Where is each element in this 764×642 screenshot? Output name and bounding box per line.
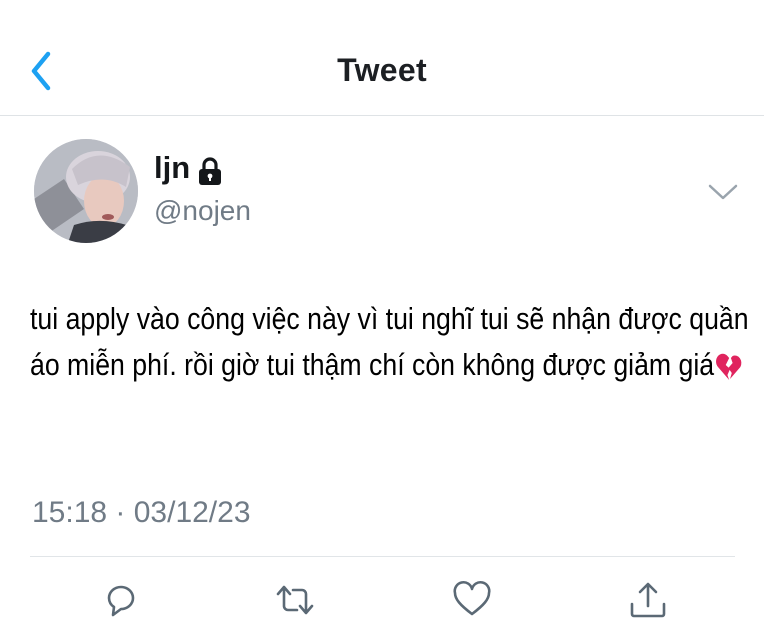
reply-button[interactable]: [101, 580, 141, 620]
reply-icon: [107, 585, 135, 617]
tweet-body: tui apply vào công việc này vì tui nghĩ …: [30, 301, 749, 382]
retweet-icon: [276, 585, 314, 615]
page-title: Tweet: [337, 52, 427, 88]
avatar[interactable]: [34, 139, 138, 243]
top-bar: Tweet: [0, 0, 764, 116]
tweet-timestamp[interactable]: 15:18 · 03/12/23: [32, 496, 251, 530]
like-button[interactable]: [452, 580, 492, 620]
share-button[interactable]: [628, 580, 668, 620]
broken-heart-emoji: [716, 348, 744, 380]
lock-icon: [196, 156, 224, 186]
like-icon: [453, 580, 491, 616]
user-handle[interactable]: @nojen: [154, 195, 251, 227]
display-name[interactable]: ljn: [154, 150, 190, 186]
divider: [30, 556, 735, 557]
share-icon: [630, 582, 666, 618]
tweet-text: tui apply vào công việc này vì tui nghĩ …: [30, 296, 752, 388]
tweet-menu-button[interactable]: [706, 180, 740, 204]
chevron-down-icon: [708, 184, 738, 200]
retweet-button[interactable]: [275, 580, 315, 620]
